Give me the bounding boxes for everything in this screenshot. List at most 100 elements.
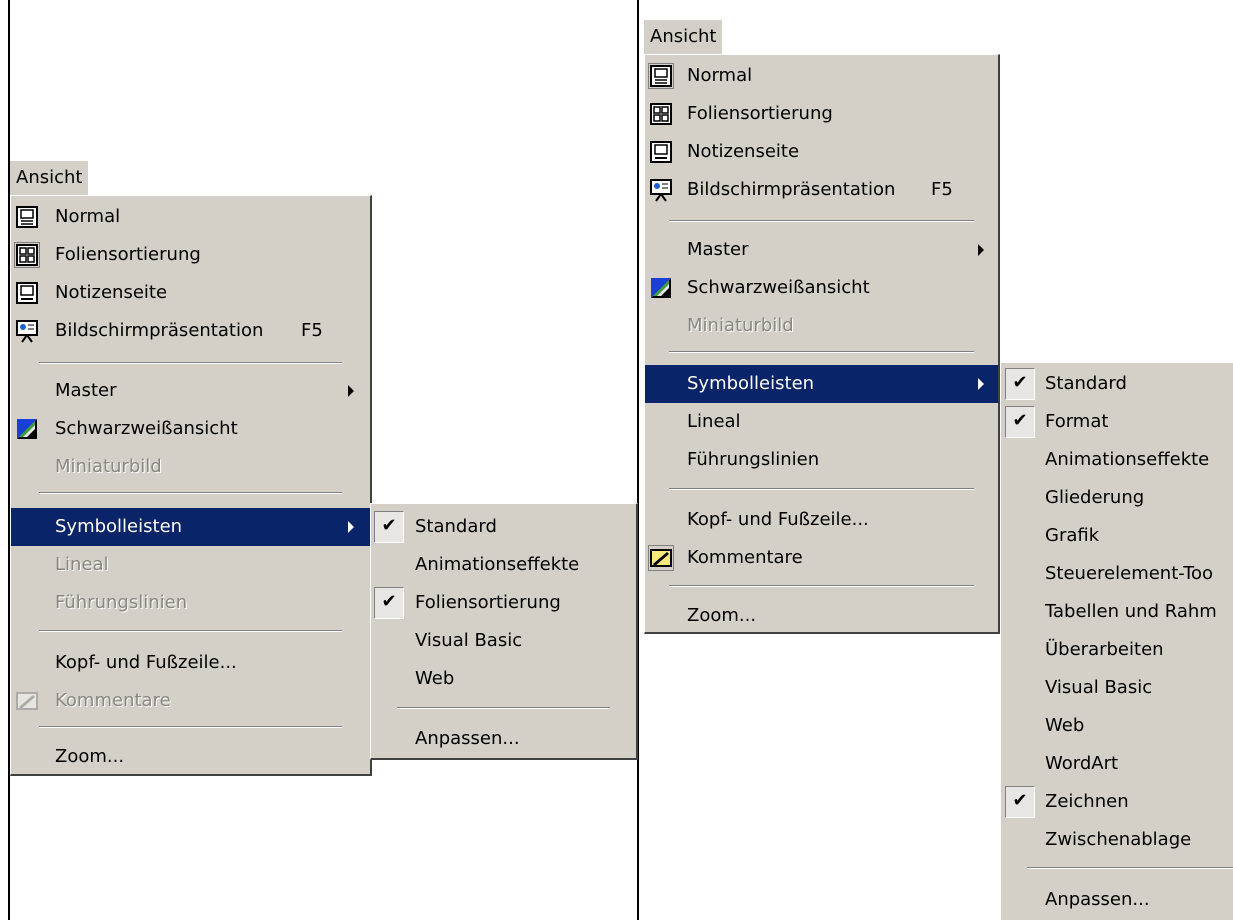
menu-item-master[interactable]: Master [11,372,370,410]
menu-item-lineal: Lineal [11,546,370,584]
menu-item-notizenseite[interactable]: Notizenseite [11,274,370,312]
submenu-item-wordart[interactable]: WordArt [1001,745,1233,783]
notes-page-icon [650,141,672,163]
submenu-item-label: Anpassen... [415,728,520,749]
submenu-item-foliensortierung[interactable]: ✔ Foliensortierung [371,584,636,622]
menu-item-lineal[interactable]: Lineal [645,403,998,441]
comments-icon [648,545,674,571]
menu-item-label: Master [687,239,749,260]
submenu-item-ueberarbeiten[interactable]: Überarbeiten [1001,631,1233,669]
menu-item-zoom[interactable]: Zoom... [11,738,370,776]
submenu-arrow-icon [348,385,354,397]
menu-item-label: Miniaturbild [687,315,794,336]
menu-separator [397,707,610,709]
menu-separator [669,351,974,353]
normal-view-icon [648,63,674,89]
menu-item-label: Foliensortierung [687,103,833,124]
menu-separator [39,630,342,632]
menu-item-label: Symbolleisten [687,373,815,394]
menu-item-label: Notizenseite [55,282,168,303]
submenu-item-label: Steuerelement-Too [1045,563,1214,584]
menu-item-normal[interactable]: Normal [645,57,998,95]
menu-item-label: Master [55,380,117,401]
center-divider-line [637,0,639,920]
checkmark-icon: ✔ [1005,406,1035,438]
menu-item-schwarzweissansicht[interactable]: Schwarzweißansicht [11,410,370,448]
menu-item-miniaturbild: Miniaturbild [645,307,998,345]
menu-item-label: Kommentare [55,690,171,711]
menu-item-symbolleisten[interactable]: Symbolleisten [11,508,370,546]
submenu-item-web[interactable]: Web [371,660,636,698]
menu-item-bildschirmpraesentation[interactable]: Bildschirmpräsentation F5 [11,312,370,350]
submenu-item-label: Standard [1045,373,1127,394]
submenu-item-grafik[interactable]: Grafik [1001,517,1233,555]
submenu-item-label: Zwischenablage [1045,829,1192,850]
submenu-item-label: Anpassen... [1045,889,1150,910]
submenu-item-visual-basic[interactable]: Visual Basic [371,622,636,660]
submenu-item-label: Überarbeiten [1045,639,1164,660]
slide-sorter-icon [14,242,40,268]
menubar-ansicht[interactable]: Ansicht [644,20,723,54]
menu-item-label: Miniaturbild [55,456,162,477]
menubar-ansicht[interactable]: Ansicht [10,161,89,195]
normal-view-icon [16,206,38,228]
submenu-item-label: Zeichnen [1045,791,1129,812]
menu-item-miniaturbild: Miniaturbild [11,448,370,486]
menubar-ansicht-label: Ansicht [16,167,83,188]
submenu-item-label: Gliederung [1045,487,1145,508]
menu-item-zoom[interactable]: Zoom... [645,597,998,635]
submenu-item-animationseffekte[interactable]: Animationseffekte [1001,441,1233,479]
submenu-item-anpassen[interactable]: Anpassen... [371,720,636,758]
submenu-arrow-icon [978,378,984,390]
menu-item-kopf-fusszeile[interactable]: Kopf- und Fußzeile... [645,501,998,539]
menu-item-symbolleisten[interactable]: Symbolleisten [645,365,998,403]
menu-item-kommentare: Kommentare [11,682,370,720]
menu-item-fuehrungslinien: Führungslinien [11,584,370,622]
menu-item-label: Bildschirmpräsentation [55,320,264,341]
menu-separator [1027,867,1233,869]
menu-item-foliensortierung[interactable]: Foliensortierung [645,95,998,133]
submenu-item-format[interactable]: ✔ Format [1001,403,1233,441]
submenu-item-label: Foliensortierung [415,592,561,613]
submenu-item-gliederung[interactable]: Gliederung [1001,479,1233,517]
menu-item-label: Kommentare [687,547,803,568]
menu-item-fuehrungslinien[interactable]: Führungslinien [645,441,998,479]
menu-item-normal[interactable]: Normal [11,198,370,236]
submenu-item-tabellen-und-rahmen[interactable]: Tabellen und Rahm [1001,593,1233,631]
shortcut-label: F5 [931,179,953,200]
menu-item-schwarzweissansicht[interactable]: Schwarzweißansicht [645,269,998,307]
slide-sorter-icon [650,103,672,125]
slideshow-icon [650,179,672,202]
submenu-item-steuerelement-toolbox[interactable]: Steuerelement-Too [1001,555,1233,593]
submenu-item-standard[interactable]: ✔ Standard [1001,365,1233,403]
menu-item-bildschirmpraesentation[interactable]: Bildschirmpräsentation F5 [645,171,998,209]
submenu-item-animationseffekte[interactable]: Animationseffekte [371,546,636,584]
view-menu: Normal Foliensortierung Notizenseite Bil… [644,54,1000,634]
submenu-item-label: WordArt [1045,753,1119,774]
submenu-item-label: Visual Basic [415,630,523,651]
submenu-item-visual-basic[interactable]: Visual Basic [1001,669,1233,707]
menu-separator [39,726,342,728]
submenu-item-label: Format [1045,411,1109,432]
menu-item-kommentare[interactable]: Kommentare [645,539,998,577]
menu-separator [669,220,974,222]
slideshow-icon [16,320,38,343]
menu-item-kopf-fusszeile[interactable]: Kopf- und Fußzeile... [11,644,370,682]
submenu-item-standard[interactable]: ✔ Standard [371,508,636,546]
menu-item-foliensortierung[interactable]: Foliensortierung [11,236,370,274]
notes-page-icon [16,282,38,304]
submenu-item-zwischenablage[interactable]: Zwischenablage [1001,821,1233,859]
menu-item-label: Zoom... [687,605,757,626]
checkmark-icon: ✔ [1005,368,1035,400]
menu-item-master[interactable]: Master [645,231,998,269]
submenu-item-label: Web [1045,715,1085,736]
toolbars-submenu: ✔ Standard ✔ Format Animationseffekte Gl… [1000,362,1233,920]
view-menu: Normal Foliensortierung Notizenseite Bil… [10,195,372,776]
menu-item-notizenseite[interactable]: Notizenseite [645,133,998,171]
menu-item-label: Normal [55,206,121,227]
menu-item-label: Zoom... [55,746,125,767]
menubar-ansicht-label: Ansicht [650,26,717,47]
submenu-item-web[interactable]: Web [1001,707,1233,745]
submenu-item-zeichnen[interactable]: ✔ Zeichnen [1001,783,1233,821]
submenu-item-anpassen[interactable]: Anpassen... [1001,881,1233,919]
